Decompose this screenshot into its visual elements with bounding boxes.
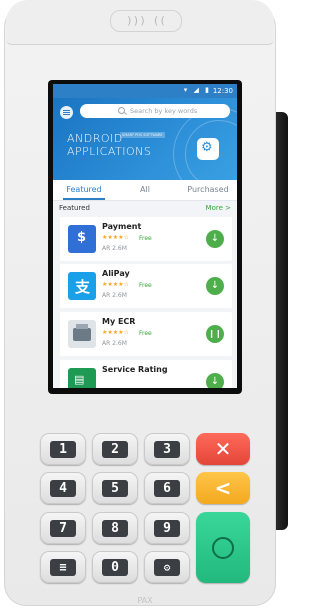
service-rating-app-icon: ▤ <box>68 368 96 388</box>
status-bar: ▾ ◢ ▮ 12:30 <box>53 84 237 98</box>
more-link[interactable]: More > <box>206 204 231 212</box>
tab-bar: Featured All Purchased <box>53 180 237 201</box>
store-banner: Search by key words ANDROID APPLICATIONS… <box>53 98 237 180</box>
key-0[interactable]: 0 <box>92 551 138 583</box>
pause-download-button[interactable]: ❙❙ <box>206 325 224 343</box>
back-icon: < <box>214 476 232 500</box>
app-rating: ★★★★☆ <box>102 234 129 241</box>
nfc-contactless-icon: ))) (( <box>110 10 182 32</box>
wallet-icon: $ <box>77 230 87 245</box>
key-7[interactable]: 7 <box>40 512 86 544</box>
key-9[interactable]: 9 <box>144 512 190 544</box>
side-grip <box>276 112 288 530</box>
ecr-app-icon <box>68 320 96 348</box>
app-price: Free <box>139 282 152 289</box>
app-name: Service Rating <box>102 365 168 374</box>
banner-tag: SMART POS SOFTWARE <box>120 132 165 138</box>
key-7-label: 7 <box>50 519 76 537</box>
key-9-label: 9 <box>154 519 180 537</box>
app-card-payment[interactable]: $ Payment ★★★★☆ Free AR 2.6M ↓ <box>60 217 232 261</box>
key-8[interactable]: 8 <box>92 512 138 544</box>
backspace-button[interactable]: < <box>196 472 250 504</box>
cash-register-icon <box>73 328 91 341</box>
confirm-ring-icon <box>212 536 234 559</box>
alipay-app-icon: 支 <box>68 272 96 300</box>
key-6-label: 6 <box>154 479 180 497</box>
key-1-label: 1 <box>50 440 76 458</box>
cancel-icon: ✕ <box>214 437 232 461</box>
section-title: Featured <box>59 204 90 212</box>
app-price: Free <box>139 330 152 337</box>
key-6[interactable]: 6 <box>144 472 190 504</box>
key-4-label: 4 <box>50 479 76 497</box>
search-input[interactable]: Search by key words <box>80 104 230 118</box>
download-button[interactable]: ↓ <box>206 373 224 388</box>
tab-purchased[interactable]: Purchased <box>183 180 233 200</box>
app-rating: ★★★★☆ <box>102 329 129 336</box>
search-placeholder: Search by key words <box>130 107 198 115</box>
featured-section-header: Featured More > <box>53 201 237 215</box>
app-card-my-ecr[interactable]: My ECR ★★★★☆ Free AR 2.6M ❙❙ <box>60 312 232 356</box>
key-4[interactable]: 4 <box>40 472 86 504</box>
menu-key[interactable]: ≡ <box>40 551 86 583</box>
status-time: 12:30 <box>212 87 233 95</box>
banner-title-line2: APPLICATIONS <box>67 145 152 158</box>
app-store-logo-icon <box>197 138 219 160</box>
tab-all[interactable]: All <box>123 180 167 200</box>
app-rating: ★★★★☆ <box>102 281 129 288</box>
app-size: AR 2.6M <box>102 292 127 299</box>
brand-logo: PAX <box>137 596 153 605</box>
enter-button[interactable] <box>196 512 250 583</box>
search-icon <box>118 107 125 114</box>
key-3[interactable]: 3 <box>144 433 190 465</box>
rating-glyph-icon: ▤ <box>74 373 85 386</box>
key-3-label: 3 <box>154 440 180 458</box>
app-name: Payment <box>102 222 142 231</box>
menu-icon: ≡ <box>50 558 76 576</box>
app-store-screen: ▾ ◢ ▮ 12:30 Search by key words ANDROID … <box>53 84 237 388</box>
menu-icon[interactable] <box>60 106 73 119</box>
active-tab-indicator <box>63 198 105 200</box>
app-size: AR 2.6M <box>102 340 127 347</box>
gear-icon: ⚙ <box>154 558 180 576</box>
app-name: My ECR <box>102 317 136 326</box>
printer-cap: ))) (( <box>6 0 274 45</box>
function-key[interactable]: ⚙ <box>144 551 190 583</box>
download-button[interactable]: ↓ <box>206 277 224 295</box>
key-2[interactable]: 2 <box>92 433 138 465</box>
cancel-button[interactable]: ✕ <box>196 433 250 465</box>
cash-register-display <box>76 324 88 329</box>
payment-app-icon: $ <box>68 225 96 253</box>
key-8-label: 8 <box>102 519 128 537</box>
key-0-label: 0 <box>102 558 128 576</box>
key-2-label: 2 <box>102 440 128 458</box>
tab-featured[interactable]: Featured <box>59 180 109 200</box>
app-name: AliPay <box>102 269 130 278</box>
app-card-service-rating[interactable]: ▤ Service Rating ↓ <box>60 360 232 388</box>
alipay-glyph-icon: 支 <box>75 278 91 296</box>
app-price: Free <box>139 235 152 242</box>
key-1[interactable]: 1 <box>40 433 86 465</box>
key-5[interactable]: 5 <box>92 472 138 504</box>
key-5-label: 5 <box>102 479 128 497</box>
status-icons: ▾ ◢ ▮ <box>183 86 211 94</box>
app-card-alipay[interactable]: 支 AliPay ★★★★☆ Free AR 2.6M ↓ <box>60 264 232 308</box>
download-button[interactable]: ↓ <box>206 230 224 248</box>
app-size: AR 2.6M <box>102 245 127 252</box>
